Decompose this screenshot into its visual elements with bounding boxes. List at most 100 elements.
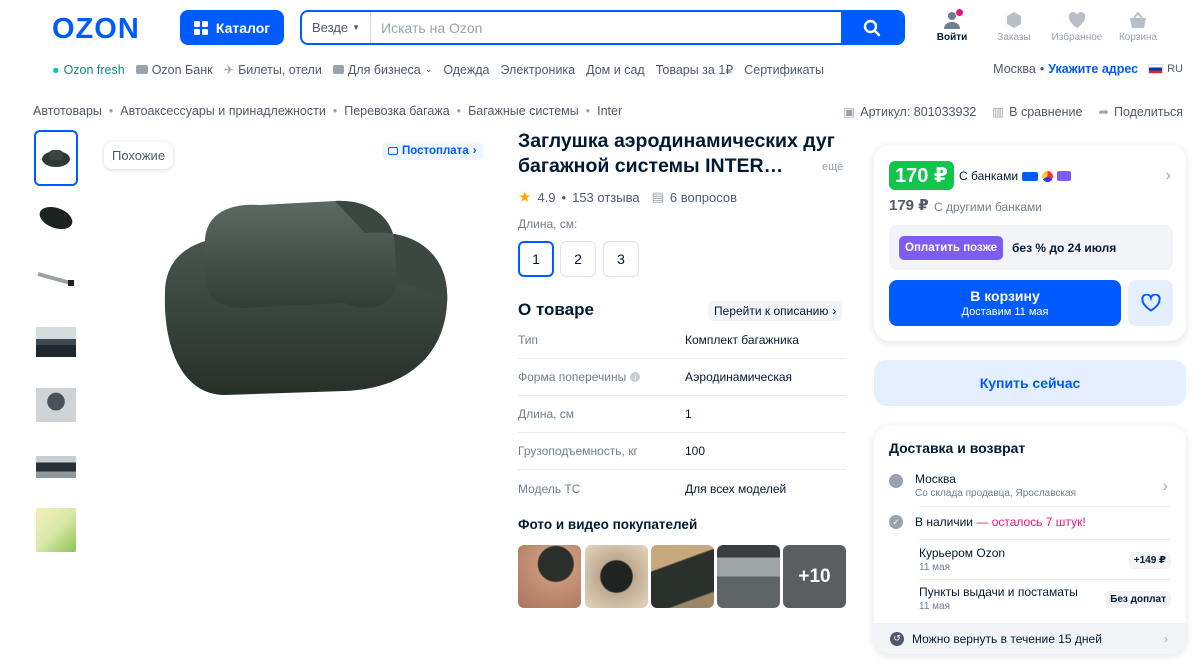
search-scope-select[interactable]: Везде ▼ [302,12,372,43]
chevron-right-icon[interactable]: › [1166,167,1171,185]
pay-later-block[interactable]: Оплатить позже без % до 24 июля [889,225,1173,270]
header-favorites[interactable]: Избранное [1048,10,1106,43]
favorite-button[interactable] [1128,280,1173,326]
header-favorites-label: Избранное [1051,32,1103,43]
roof-bar-thumb-image [37,272,75,286]
length-option[interactable]: 1 [518,241,554,277]
length-option[interactable]: 3 [603,241,639,277]
nav-label: Ozon fresh [63,62,125,77]
breadcrumb-item[interactable]: Автотовары [33,104,102,118]
breadcrumb-item[interactable]: Автоаксессуары и принадлежности [120,104,326,118]
gallery-thumb[interactable] [34,380,78,430]
title-more-link[interactable]: ещё [822,161,843,173]
check-circle-icon: ✓ [889,515,903,529]
product-title: Заглушка аэродинамических дуг багажной с… [518,130,835,177]
length-label: Длина, см: [518,217,578,231]
gallery-thumb[interactable] [34,193,78,243]
search-scope-label: Везде [312,20,349,35]
catalog-button[interactable]: Каталог [180,10,284,45]
customer-photo[interactable] [717,545,780,608]
share-icon: ➦ [1098,105,1109,119]
rating-value[interactable]: 4.9 [537,190,555,205]
gallery-thumb[interactable] [34,254,78,304]
buy-now-button[interactable]: Купить сейчас [874,360,1186,406]
product-meta: ▣ Артикул: 801033932 ▥ В сравнение ➦ Подели… [843,104,1183,120]
notification-dot [956,9,963,16]
questions-link[interactable]: 6 вопросов [670,190,737,205]
city-label: Москва [993,62,1036,76]
compare-icon: ▥ [992,105,1005,119]
nav-item-business[interactable]: Для бизнеса ⌄ [332,62,433,77]
other-banks-price: 179 ₽ [889,197,929,214]
pay-later-button[interactable]: Оплатить позже [899,235,1003,260]
stock-row: ✓ В наличии — осталось 7 штук! [889,515,1086,529]
chevron-right-icon[interactable]: › [1163,478,1168,496]
header-orders[interactable]: Заказы [986,10,1042,43]
caret-down-icon: ▼ [352,23,361,32]
plane-icon: ✈ [223,63,235,77]
questions-icon: ▤ [651,189,664,204]
breadcrumb-item[interactable]: Перевозка багажа [344,104,449,118]
length-option[interactable]: 2 [560,241,596,277]
similar-button[interactable]: Похожие [104,142,174,169]
article-number[interactable]: ▣ Артикул: 801033932 [843,104,976,120]
nav-item-one-ruble[interactable]: Товары за 1₽ [656,62,734,77]
customer-photo[interactable] [651,545,714,608]
compare-button[interactable]: ▥ В сравнение [992,104,1082,120]
customer-photo[interactable] [518,545,581,608]
delivery-card: Доставка и возврат Москва Со склада прода… [874,426,1186,654]
main-product-image[interactable] [95,133,500,483]
header-login-label: Войти [936,32,968,43]
add-to-cart-button[interactable]: В корзину Доставим 11 мая [889,280,1121,326]
gallery-thumb[interactable] [34,317,78,367]
nav-item-ozon-bank[interactable]: Ozon Банк [135,62,213,77]
breadcrumb: Автотовары • Автоаксессуары и принадлежно… [33,104,623,118]
delivery-city-row[interactable]: Москва Со склада продавца, Ярославская [889,472,1076,499]
location-selector[interactable]: Москва • Укажите адрес RU [993,62,1183,76]
search-bar: Везде ▼ [300,10,905,45]
gallery-thumb[interactable] [34,130,78,186]
chevron-right-icon: › [832,304,837,318]
nav-item-tickets[interactable]: ✈ Билеты, отели [223,62,322,78]
spec-row: Грузоподъемность, кг 100 [518,433,846,470]
catalog-label: Каталог [215,19,271,36]
heart-icon [1140,294,1161,312]
customer-photos-more[interactable]: +10 [783,545,846,608]
postoplata-badge[interactable]: Постоплата › [382,142,483,160]
star-icon: ★ [518,189,532,206]
search-input[interactable] [371,19,841,36]
header-cart[interactable]: Корзина [1110,10,1166,43]
courier-row[interactable]: Курьером Ozon 11 мая [919,546,1005,573]
price-with-bank: 170 ₽ [889,161,954,190]
address-link[interactable]: Укажите адрес [1048,62,1138,76]
divider [919,506,1171,507]
nav-item-electronics[interactable]: Электроника [500,62,575,77]
breadcrumb-item[interactable]: Inter [597,104,622,118]
nav-item-ozon-fresh[interactable]: ● Ozon fresh [52,62,125,77]
box-icon [1007,12,1021,28]
nav-item-certificates[interactable]: Сертификаты [744,62,824,77]
gallery-thumb[interactable] [34,505,78,555]
header-login[interactable]: Войти [924,9,980,43]
nav-item-home[interactable]: Дом и сад [586,62,645,77]
lang-label[interactable]: RU [1167,63,1183,75]
about-title: О товаре [518,300,594,319]
breadcrumb-item[interactable]: Багажные системы [468,104,579,118]
top-nav: ● Ozon fresh Ozon Банк ✈ Билеты, отели Для… [52,62,835,78]
return-policy-row[interactable]: ↺ Можно вернуть в течение 15 дней › [874,623,1186,654]
header-cart-label: Корзина [1118,32,1158,43]
share-button[interactable]: ➦ Поделиться [1098,104,1183,120]
gallery-thumb[interactable] [34,442,78,492]
nav-item-clothes[interactable]: Одежда [443,62,489,77]
cart-button-sub: Доставим 11 мая [961,306,1049,318]
chevron-down-icon: ⌄ [424,64,433,74]
info-icon[interactable]: i [630,372,641,382]
ozon-logo[interactable]: OZON [52,13,140,46]
reviews-link[interactable]: 153 отзыва [572,190,640,205]
go-to-description-button[interactable]: Перейти к описанию › [708,301,843,321]
flag-ru-icon [1148,64,1164,74]
pickup-row[interactable]: Пункты выдачи и постаматы 11 мая [919,585,1078,612]
search-button[interactable] [841,12,903,43]
spec-row: Длина, см 1 [518,396,846,433]
customer-photo[interactable] [585,545,648,608]
